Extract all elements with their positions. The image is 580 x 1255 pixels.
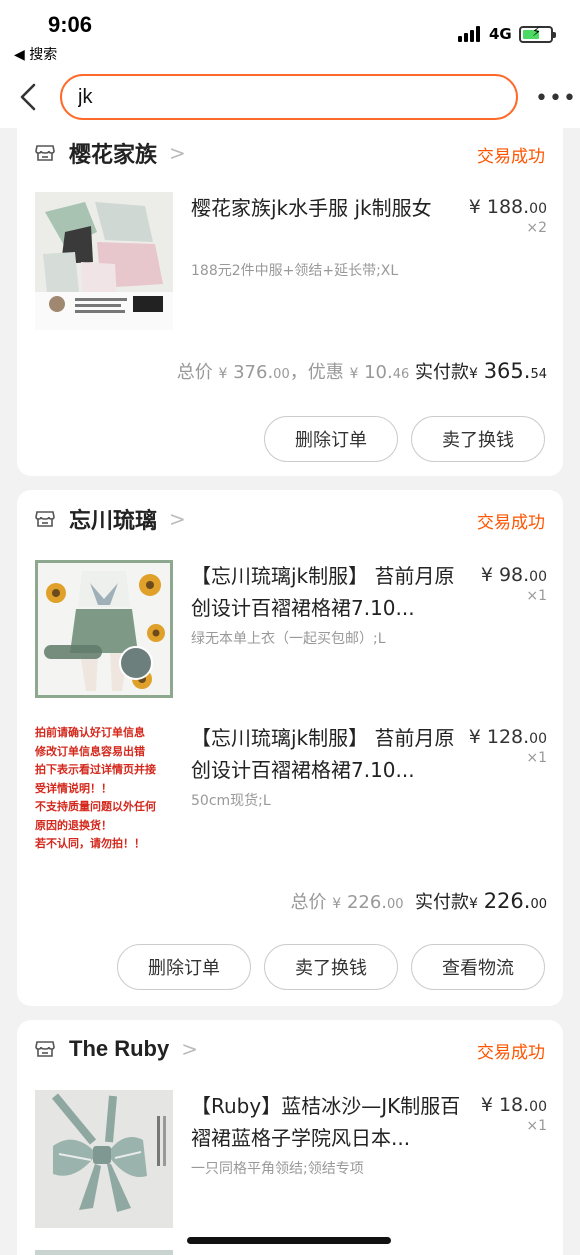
product-image[interactable] (35, 1250, 173, 1255)
store-icon (35, 1041, 55, 1057)
store-icon (35, 145, 55, 161)
total-summary: 总价 ¥ 376.00，优惠 ¥ 10.46 实付款¥ 365.54 (176, 359, 547, 383)
skirt-photo (38, 563, 170, 695)
delete-order-button[interactable]: 删除订单 (264, 416, 398, 462)
total-summary: 总价 ¥ 226.00 实付款¥ 226.00 (290, 889, 547, 913)
battery-icon: ⚡ (519, 25, 556, 43)
search-box[interactable] (60, 74, 518, 120)
unit-price: ¥ 98.00 (480, 564, 547, 586)
more-button[interactable]: ••• (535, 86, 577, 111)
unit-price: ¥ 128.00 (468, 726, 547, 748)
product-image[interactable] (35, 1090, 173, 1228)
product-image[interactable] (35, 192, 173, 330)
order-card: 樱花家族 > 交易成功 樱花家族jk水手服 jk制服女 188元2件中服+领结+… (17, 122, 563, 476)
quantity: ×1 (526, 588, 547, 604)
product-title[interactable]: 【Ruby】蓝桔冰沙—JK制服百褶裙蓝格子学院风日本... (191, 1090, 461, 1154)
order-status: 交易成功 (477, 147, 545, 167)
clock: 9:06 (48, 12, 93, 37)
quantity: ×1 (526, 1118, 547, 1134)
resell-button[interactable]: 卖了换钱 (411, 416, 545, 462)
bow-tie-photo (35, 1090, 173, 1228)
notice-text: 拍前请确认好订单信息 修改订单信息容易出错 拍下表示看过详情页并接 受详情说明！… (35, 726, 156, 850)
delete-order-button[interactable]: 删除订单 (117, 944, 251, 990)
order-card: The Ruby > 交易成功 【Ruby】蓝桔冰沙—JK制服百褶裙蓝格子学院风… (17, 1020, 563, 1255)
store-icon (35, 511, 55, 527)
shop-name: 樱花家族 (69, 143, 158, 168)
search-header: ••• (0, 68, 580, 128)
product-spec: 50cm现货;L (191, 793, 271, 809)
shop-row[interactable]: 樱花家族 > (35, 138, 186, 168)
order-status: 交易成功 (477, 513, 545, 533)
chevron-right-icon: > (181, 1037, 198, 1061)
shop-row[interactable]: 忘川琉璃 > (35, 504, 186, 534)
product-image[interactable]: 拍前请确认好订单信息 修改订单信息容易出错 拍下表示看过详情页并接 受详情说明！… (35, 722, 173, 860)
back-button[interactable] (14, 80, 44, 114)
back-to-app-link[interactable]: ◀ 搜索 (14, 44, 57, 64)
uniform-photo (35, 192, 173, 330)
product-spec: 一只同格平角领结;领结专项 (191, 1161, 364, 1177)
product-spec: 188元2件中服+领结+延长带;XL (191, 263, 399, 279)
view-logistics-button[interactable]: 查看物流 (411, 944, 545, 990)
search-input[interactable] (62, 76, 516, 118)
product-image[interactable] (35, 560, 173, 698)
quantity: ×2 (526, 220, 547, 236)
shop-name: The Ruby (69, 1036, 170, 1061)
product-spec: 绿无本单上衣（一起买包邮）;L (191, 631, 386, 647)
chevron-left-icon (20, 83, 36, 111)
resell-button[interactable]: 卖了换钱 (264, 944, 398, 990)
shop-row[interactable]: The Ruby > (35, 1034, 198, 1064)
signal-icon (458, 26, 484, 42)
quantity: ×1 (526, 750, 547, 766)
order-status: 交易成功 (477, 1043, 545, 1063)
chevron-right-icon: > (169, 507, 186, 531)
unit-price: ¥ 18.00 (480, 1094, 547, 1116)
chevron-right-icon: > (169, 141, 186, 165)
status-bar: 9:06 ◀ 搜索 4G ⚡ (0, 0, 580, 68)
unit-price: ¥ 188.00 (468, 196, 547, 218)
shop-name: 忘川琉璃 (69, 509, 158, 534)
order-card: 忘川琉璃 > 交易成功 【忘川琉璃jk制服】 苔前月原创设计百褶裙格裙7.10.… (17, 490, 563, 1006)
product-title[interactable]: 樱花家族jk水手服 jk制服女 (191, 192, 461, 224)
home-indicator[interactable] (187, 1237, 391, 1244)
product-title[interactable]: 【忘川琉璃jk制服】 苔前月原创设计百褶裙格裙7.10... (191, 722, 461, 786)
product-title[interactable]: 【忘川琉璃jk制服】 苔前月原创设计百褶裙格裙7.10... (191, 560, 461, 624)
network-label: 4G (489, 25, 512, 43)
